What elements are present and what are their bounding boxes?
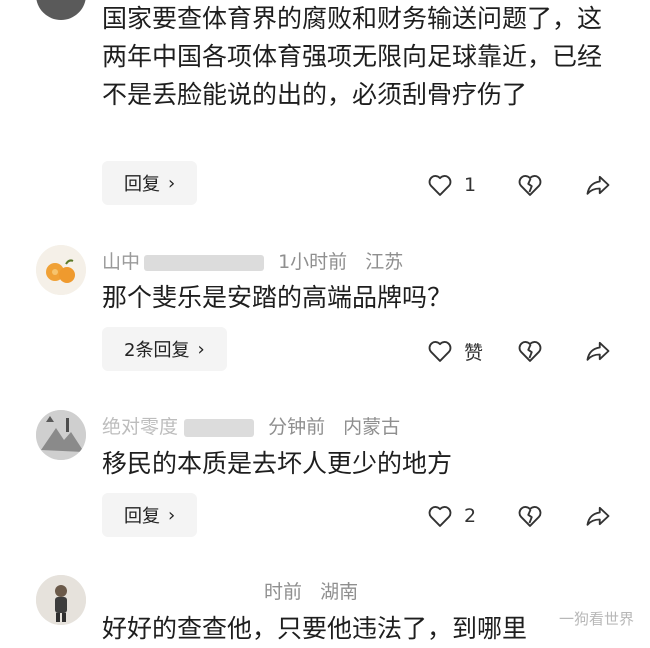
- share-button[interactable]: [584, 336, 612, 366]
- comment-actions: 2: [420, 501, 620, 531]
- broken-heart-icon: [518, 175, 542, 196]
- chevron-right-icon: ›: [168, 172, 176, 194]
- like-count: 2: [464, 505, 477, 527]
- heart-icon: [428, 341, 452, 362]
- share-button[interactable]: [584, 501, 612, 531]
- comment-actions: 1: [420, 170, 620, 200]
- location: 湖南: [320, 581, 359, 603]
- reply-label: 回复: [124, 174, 160, 195]
- reply-button[interactable]: 回复 ›: [102, 493, 198, 537]
- avatar-image: [36, 575, 86, 625]
- comment-meta: 时前 湖南: [102, 577, 358, 604]
- dislike-button[interactable]: [516, 336, 544, 366]
- reply-label: 2条回复: [124, 340, 190, 361]
- like-count: 1: [464, 174, 477, 196]
- avatar-image: [36, 410, 86, 460]
- username[interactable]: 绝对零度: [102, 416, 178, 438]
- timestamp: 时前: [264, 581, 303, 603]
- dislike-button[interactable]: [516, 501, 544, 531]
- share-button[interactable]: [584, 170, 612, 200]
- like-button[interactable]: 赞: [426, 336, 483, 366]
- broken-heart-icon: [518, 506, 542, 527]
- avatar[interactable]: [36, 410, 86, 460]
- comment-text: 那个斐乐是安踏的高端品牌吗？: [102, 283, 453, 312]
- redaction-blur: [102, 583, 250, 602]
- reply-button[interactable]: 2条回复 ›: [102, 327, 227, 371]
- watermark: 一狗看世界: [558, 610, 634, 628]
- comment-text: 移民的本质是去坏人更少的地方: [102, 449, 453, 478]
- chevron-right-icon: ›: [197, 338, 205, 360]
- share-arrow-icon: [586, 341, 610, 361]
- comment-text: 好好的查查他，只要他违法了，到哪里: [102, 614, 528, 643]
- redaction-blur: [184, 418, 255, 437]
- like-count: 赞: [464, 341, 484, 364]
- heart-icon: [428, 506, 452, 527]
- share-arrow-icon: [586, 175, 610, 195]
- reply-label: 回复: [124, 506, 160, 527]
- broken-heart-icon: [518, 341, 542, 362]
- chevron-right-icon: ›: [168, 504, 176, 526]
- comment-actions: 赞: [420, 336, 620, 366]
- comment-text: 国家要查体育界的腐败和财务输送问题了，这两年中国各项体育强项无限向足球靠近，已经…: [102, 4, 603, 109]
- heart-icon: [428, 175, 452, 196]
- username[interactable]: 山中: [102, 251, 140, 273]
- timestamp: 分钟前: [268, 416, 326, 438]
- avatar-image: [36, 245, 86, 295]
- timestamp: 1小时前: [278, 251, 348, 273]
- share-arrow-icon: [586, 506, 610, 526]
- like-button[interactable]: 2: [426, 501, 476, 531]
- avatar[interactable]: [36, 0, 86, 20]
- redaction-blur: [144, 254, 265, 271]
- location: 江苏: [365, 251, 404, 273]
- dislike-button[interactable]: [516, 170, 544, 200]
- avatar[interactable]: [36, 245, 86, 295]
- avatar[interactable]: [36, 575, 86, 625]
- location: 内蒙古: [343, 416, 401, 438]
- reply-button[interactable]: 回复 ›: [102, 161, 198, 205]
- comment-meta: 绝对零度 分钟前 内蒙古: [102, 412, 400, 439]
- comment-meta: 山中 1小时前 江苏: [102, 247, 403, 274]
- like-button[interactable]: 1: [426, 170, 476, 200]
